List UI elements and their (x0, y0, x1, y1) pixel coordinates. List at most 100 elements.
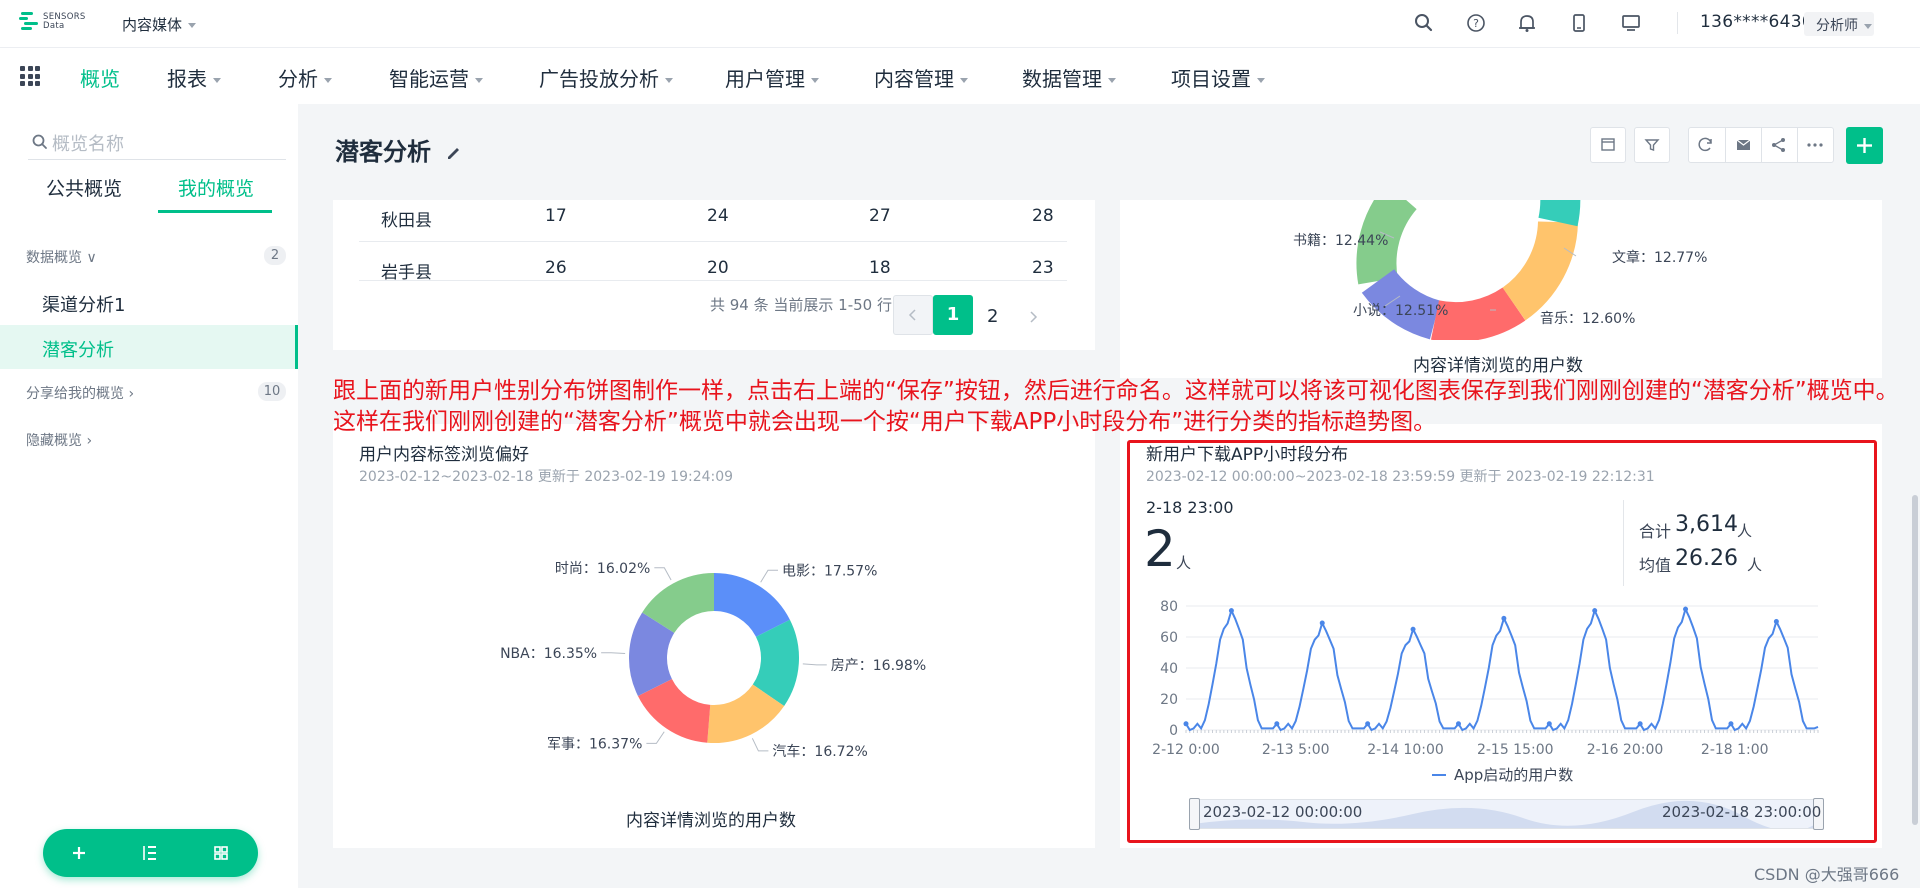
sensors-data-logo[interactable]: SENSORS Data (19, 11, 86, 33)
user-account[interactable]: 136****6430 (1700, 12, 1813, 32)
data-point[interactable] (1637, 721, 1643, 727)
chevron-down-icon (213, 78, 221, 83)
group-shared-with-me[interactable]: 分享给我的概览 › (26, 383, 134, 403)
pie-label: 时尚：16.02% (555, 561, 650, 577)
add-chart-button[interactable] (1846, 127, 1883, 164)
top-bar: SENSORS Data 内容媒体 ? 136****6430 分析师 (0, 0, 1920, 48)
nav-project-settings[interactable]: 项目设置 (1171, 63, 1265, 92)
pie-slice-2[interactable] (707, 683, 785, 743)
layout-button[interactable] (1590, 127, 1626, 163)
data-point[interactable] (1274, 721, 1280, 727)
page-1-button[interactable]: 1 (933, 295, 973, 335)
edit-pencil-icon[interactable] (445, 143, 463, 161)
annotation-text: 跟上面的新用户性别分布饼图制作一样，点击右上端的“保存”按钮，然后进行命名。这样… (333, 378, 1899, 435)
pie-slice-5[interactable] (642, 573, 715, 634)
pie-slice-4[interactable] (629, 612, 675, 696)
page-scrollbar[interactable] (1912, 495, 1918, 825)
table-cell: 24 (707, 206, 729, 226)
nav-label: 分析 (278, 67, 318, 91)
app-grid-icon[interactable] (20, 66, 40, 86)
more-button[interactable] (1797, 128, 1833, 162)
sidebar-item-channel-analysis[interactable]: 渠道分析1 (0, 280, 298, 324)
chevron-right-icon: › (86, 433, 93, 449)
series-line[interactable] (1185, 606, 1819, 732)
range-end: 2023-02-18 23:00:00 (1662, 803, 1822, 821)
pie-leader-line (751, 738, 769, 752)
table-cell: 26 (545, 258, 567, 278)
mobile-icon[interactable] (1568, 12, 1590, 34)
group-label: 数据概览 (26, 250, 82, 266)
logo-line2: Data (43, 21, 65, 31)
data-point[interactable] (1455, 721, 1461, 727)
sidebar: 概览名称 公共概览 我的概览 数据概览 ∨ 2 渠道分析1 潜客分析 分享给我的… (0, 104, 298, 888)
page-2-button[interactable]: 2 (987, 306, 998, 327)
project-name: 内容媒体 (122, 16, 183, 34)
pie-label: 汽车：16.72% (772, 743, 867, 760)
chart-legend[interactable]: App启动的用户数 (1432, 764, 1573, 785)
nav-overview[interactable]: 概览 (80, 63, 120, 92)
nav-ad-analysis[interactable]: 广告投放分析 (539, 63, 673, 92)
search-icon[interactable] (1413, 12, 1435, 34)
nav-data-management[interactable]: 数据管理 (1022, 63, 1116, 92)
data-point[interactable] (1683, 606, 1689, 612)
share-button[interactable] (1761, 128, 1797, 162)
table-cell: 20 (707, 258, 729, 278)
nav-user-management[interactable]: 用户管理 (725, 63, 819, 92)
data-point[interactable] (1183, 721, 1189, 727)
data-point[interactable] (1365, 721, 1371, 727)
more-icon (1807, 143, 1823, 147)
refresh-button[interactable] (1689, 128, 1725, 162)
search-icon (32, 134, 47, 149)
pagination-info: 共 94 条 当前展示 1-50 行 (710, 296, 892, 314)
email-button[interactable] (1725, 128, 1761, 162)
chevron-down-icon (960, 78, 968, 83)
grid-view-icon[interactable] (207, 839, 235, 867)
chevron-left-icon (908, 309, 916, 321)
pie-slice-3[interactable] (637, 678, 712, 743)
table-cell: 17 (545, 206, 567, 226)
data-point[interactable] (1228, 608, 1234, 614)
data-point[interactable] (1592, 608, 1598, 614)
role-selector[interactable]: 分析师 (1804, 12, 1874, 36)
data-point[interactable] (1319, 620, 1325, 626)
tab-public-overview[interactable]: 公共概览 (46, 174, 122, 201)
overview-search-input[interactable]: 概览名称 (28, 122, 286, 160)
pie-slice-0[interactable] (713, 573, 790, 638)
nav-reports[interactable]: 报表 (167, 63, 221, 92)
group-count-badge: 2 (264, 246, 286, 265)
nav-smart-operations[interactable]: 智能运营 (389, 63, 483, 92)
main-nav: 概览 报表 分析 智能运营 广告投放分析 用户管理 内容管理 数据管理 项目设置 (0, 48, 1920, 104)
sort-list-icon[interactable] (136, 839, 164, 867)
data-point[interactable] (1773, 619, 1779, 624)
nav-analysis[interactable]: 分析 (278, 63, 332, 92)
sidebar-item-prospect-analysis[interactable]: 潜客分析 (0, 325, 298, 369)
filter-button[interactable] (1634, 127, 1670, 163)
pie-label-novels: 小说：12.51% (1353, 303, 1449, 319)
data-point[interactable] (1546, 721, 1552, 727)
pie-leader-line (601, 652, 626, 654)
chart-caption: 内容详情浏览的用户数 (626, 811, 796, 831)
chevron-right-icon[interactable] (1022, 305, 1046, 329)
pie-slice-1[interactable] (752, 619, 799, 706)
chevron-down-icon (1108, 78, 1116, 83)
pie-leader-line (646, 731, 665, 744)
bell-icon[interactable] (1516, 12, 1538, 34)
project-selector[interactable]: 内容媒体 (122, 14, 197, 35)
legend-swatch (1432, 773, 1446, 776)
group-data-overview[interactable]: 数据概览 ∨ (26, 247, 97, 267)
help-icon[interactable]: ? (1465, 12, 1487, 34)
data-point[interactable] (1410, 626, 1416, 632)
data-point[interactable] (1728, 721, 1734, 727)
slider-handle-left[interactable] (1189, 798, 1200, 830)
data-point[interactable] (1501, 615, 1507, 621)
monitor-icon[interactable] (1620, 12, 1642, 34)
add-icon[interactable] (65, 839, 93, 867)
nav-label: 报表 (167, 67, 207, 91)
prev-page-button[interactable] (893, 295, 933, 335)
logo-icon (19, 12, 38, 30)
nav-content-management[interactable]: 内容管理 (874, 63, 968, 92)
pie-leader-line (760, 569, 779, 583)
tab-my-overview[interactable]: 我的概览 (178, 174, 254, 201)
group-hidden-overviews[interactable]: 隐藏概览 › (26, 430, 92, 450)
table-card: 秋田县 17 24 27 28 岩手县 26 20 18 23 (333, 200, 1095, 350)
